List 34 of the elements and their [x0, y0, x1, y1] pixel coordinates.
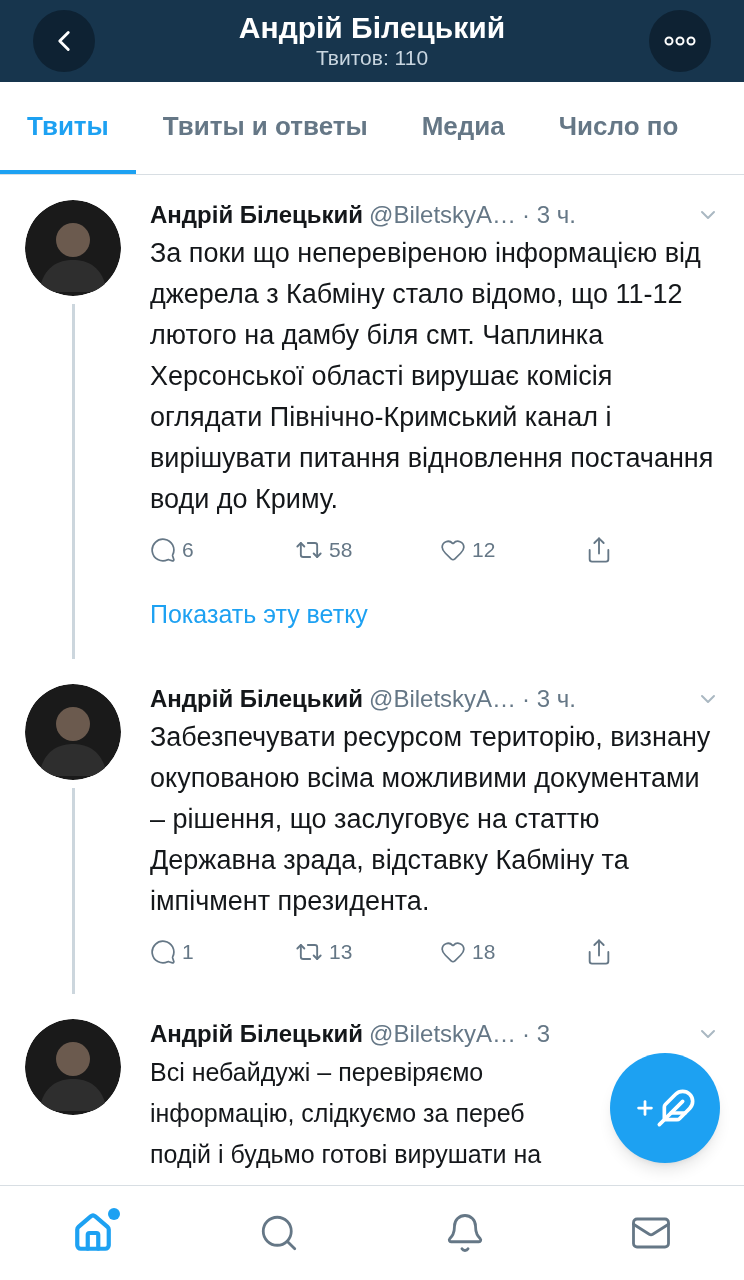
- tweet-text: Забезпечувати ресурсом територію, визнану окупованою всіма можливими документами – рішення, що заслуговує на статтю Державна зрада, відставку Кабміну та імпічмент президента.: [150, 721, 712, 918]
- tab[interactable]: Медиа: [394, 82, 532, 174]
- retweet-button[interactable]: 58: [295, 534, 440, 566]
- avatar[interactable]: [25, 684, 121, 780]
- show-thread-link[interactable]: Показать эту ветку: [150, 595, 720, 633]
- retweet-button[interactable]: 13: [295, 936, 440, 968]
- tab[interactable]: Твиты и ответы: [135, 82, 395, 174]
- author-name: Андрій Білецький: [150, 684, 364, 714]
- reply-icon: [150, 938, 176, 965]
- like-button[interactable]: 18: [440, 936, 585, 968]
- more-icon: [664, 36, 696, 46]
- author-name: Андрій Білецький: [150, 200, 364, 230]
- reply-button[interactable]: 6: [150, 534, 295, 566]
- like-button[interactable]: 12: [440, 534, 585, 566]
- avatar[interactable]: [25, 1018, 121, 1115]
- tweet-text: За поки що неперевіреною інформацією від джерела з Кабміну стало відомо, що 11-12 лютого на дамбу біля смт. Чаплинка Херсонської області вирушає комісія оглядати Північно-Кримський канал і вирішувати питання відновлення постачання води до Криму.: [150, 237, 715, 516]
- tweet-text: подій і будьмо готові вирушати на: [150, 1138, 542, 1170]
- avatar[interactable]: [25, 200, 121, 296]
- author-handle: @BiletskyA…: [369, 200, 517, 230]
- tweet-time: · 3 ч.: [522, 684, 576, 714]
- tweet-count: Твитов: 110: [315, 45, 429, 71]
- reply-icon: [150, 536, 176, 563]
- tweet-text: інформацію, слідкуємо за переб: [150, 1097, 525, 1129]
- tab[interactable]: Твиты: [0, 82, 136, 174]
- author-handle: @BiletskyA…: [369, 684, 517, 714]
- tweet-time: · 3 ч.: [522, 200, 576, 230]
- tab[interactable]: Число по: [531, 82, 706, 174]
- profile-title: Андрій Білецький: [238, 11, 506, 45]
- compose-icon: [634, 1088, 696, 1128]
- author-handle: @BiletskyA…: [369, 1018, 517, 1049]
- reply-button[interactable]: 1: [150, 936, 295, 968]
- tweet-time: · 3: [522, 1018, 551, 1049]
- author-name: Андрій Білецький: [150, 1018, 364, 1049]
- tweet-text: Всі небайдужі – перевіряємо: [150, 1056, 484, 1088]
